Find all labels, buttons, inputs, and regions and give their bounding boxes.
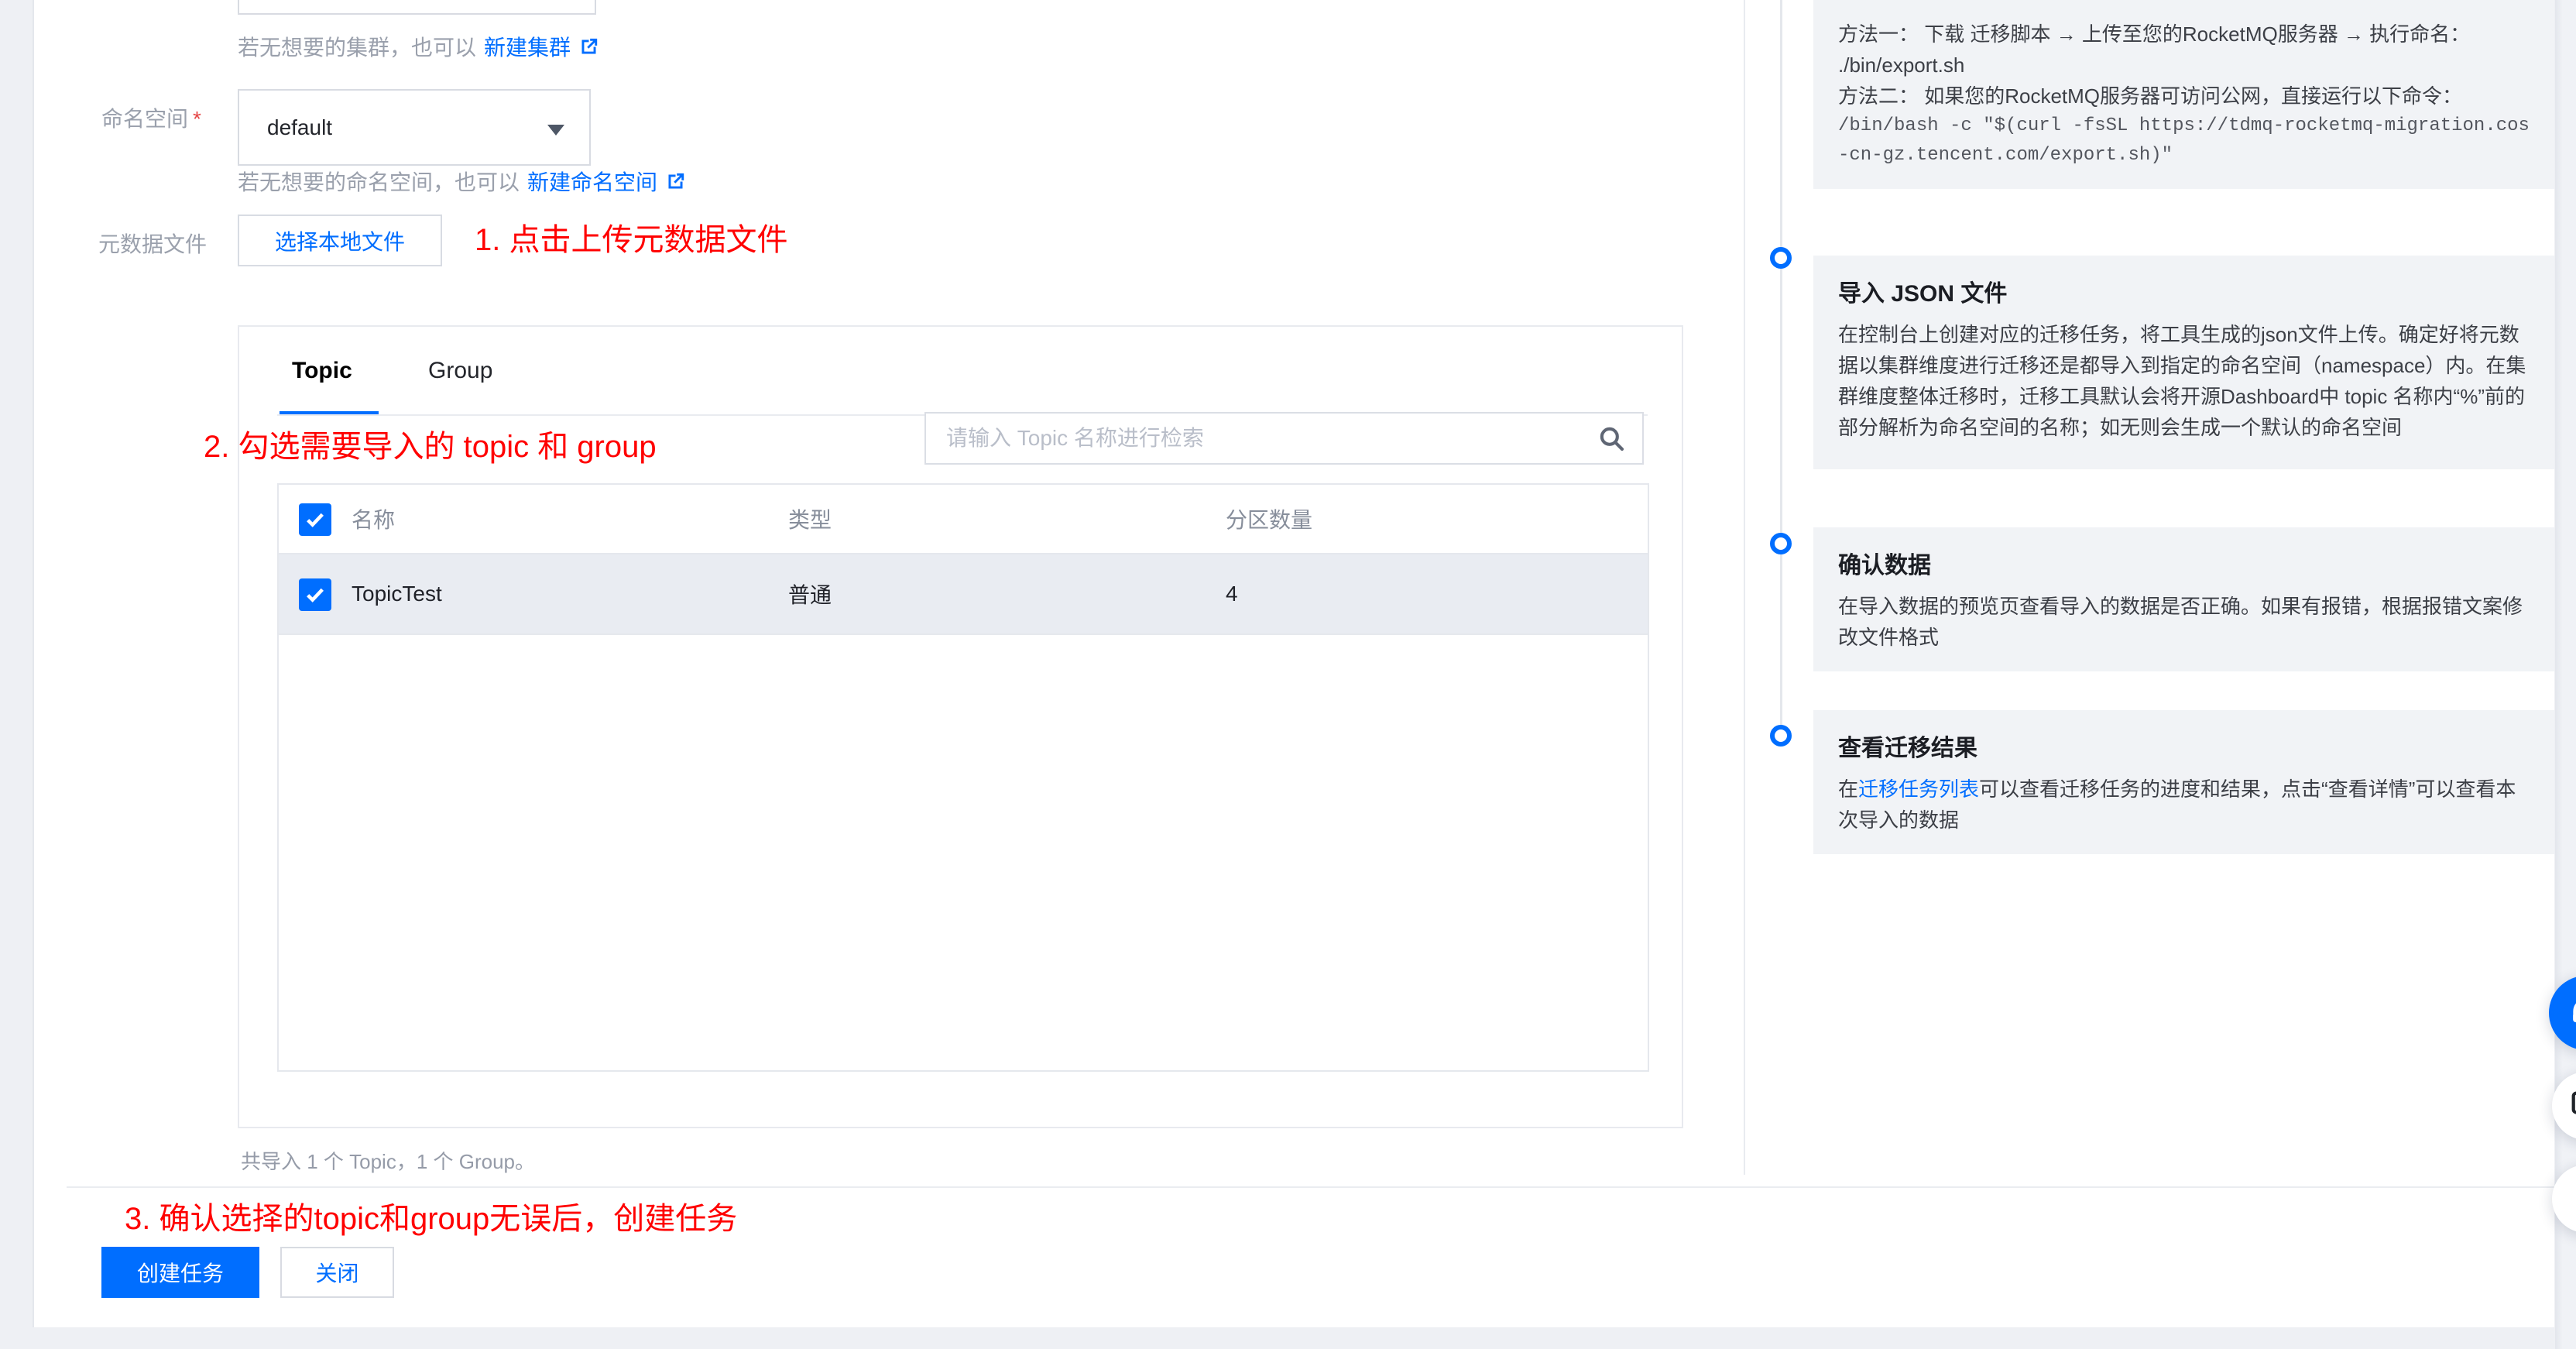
topic-table: 名称 类型 分区数量 TopicTest 普通 4: [277, 483, 1649, 1072]
chevron-down-icon: [547, 125, 564, 136]
row-partition-count: 4: [1226, 554, 1238, 633]
column-header-name: 名称: [352, 485, 395, 553]
row-topic-name: TopicTest: [352, 554, 442, 633]
guide-command-text: /bin/bash -c ″$(curl -fsSL https://tdmq-…: [1838, 112, 2531, 170]
column-header-partitions: 分区数量: [1226, 485, 1312, 553]
search-icon[interactable]: [1597, 424, 1627, 454]
external-link-icon: [665, 171, 686, 192]
guide-step-title: 查看迁移结果: [1838, 729, 2531, 763]
timeline-dot: [1770, 725, 1792, 747]
guide-step-confirm-data: 确认数据 在导入数据的预览页查看导入的数据是否正确。如果有报错，根据报错文案修改…: [1813, 527, 2554, 671]
guide-step-body: 在迁移任务列表可以查看迁移任务的进度和结果，点击“查看详情”可以查看本次导入的数…: [1838, 774, 2531, 836]
footer-divider: [67, 1186, 2554, 1188]
metadata-file-label: 元数据文件: [98, 228, 207, 259]
namespace-label: 命名空间*: [101, 102, 201, 133]
guide-step-body: 在控制台上创建对应的迁移任务，将工具生成的json文件上传。确定好将元数据以集群…: [1838, 319, 2531, 443]
namespace-select[interactable]: default: [238, 89, 591, 166]
guide-step-title: 确认数据: [1838, 546, 2531, 580]
import-summary-text: 共导入 1 个 Topic，1 个 Group。: [241, 1146, 535, 1175]
guide-method2-text: 方法二： 如果您的RocketMQ服务器可访问公网，直接运行以下命令：: [1838, 81, 2531, 112]
cluster-help-line: 若无想要的集群，也可以 新建集群: [238, 33, 599, 60]
timeline-dot: [1770, 533, 1792, 554]
namespace-help-line: 若无想要的命名空间，也可以 新建命名空间: [238, 167, 686, 195]
migration-create-task-page: 若无想要的集群，也可以 新建集群 命名空间* default 若无想要的命名空间…: [0, 0, 2576, 1349]
tab-group[interactable]: Group: [428, 358, 492, 384]
migration-task-list-link[interactable]: 迁移任务列表: [1858, 777, 1979, 801]
row-topic-type: 普通: [788, 554, 832, 633]
guide-step-import-json: 导入 JSON 文件 在控制台上创建对应的迁移任务，将工具生成的json文件上传…: [1813, 256, 2554, 469]
check-icon: [303, 582, 328, 607]
guide-step-view-result: 查看迁移结果 在迁移任务列表可以查看迁移任务的进度和结果，点击“查看详情”可以查…: [1813, 710, 2554, 854]
collapsed-side-strip[interactable]: [2555, 0, 2576, 1349]
guide-step-body-prefix: 在: [1838, 777, 1858, 801]
skip-forward-icon: [2568, 1179, 2576, 1219]
topic-search-box: [924, 412, 1644, 465]
headset-icon: [2568, 994, 2576, 1033]
external-link-icon: [578, 36, 599, 57]
annotation-step2: 2. 勾选需要导入的 topic 和 group: [204, 428, 657, 465]
namespace-selected-value: default: [267, 115, 332, 140]
main-content-card: 若无想要的集群，也可以 新建集群 命名空间* default 若无想要的命名空间…: [33, 0, 2554, 1327]
timeline-dot: [1770, 247, 1792, 269]
new-namespace-link[interactable]: 新建命名空间: [527, 166, 657, 197]
guide-step-title: 导入 JSON 文件: [1838, 274, 2531, 308]
guide-method1-text: 方法一： 下载 迁移脚本 → 上传至您的RocketMQ服务器 → 执行命名： …: [1838, 19, 2531, 81]
topic-search-input[interactable]: [946, 414, 1597, 463]
guide-step-body: 在导入数据的预览页查看导入的数据是否正确。如果有报错，根据报错文案修改文件格式: [1838, 591, 2531, 653]
choose-local-file-button[interactable]: 选择本地文件: [238, 215, 442, 266]
annotation-step3: 3. 确认选择的topic和group无误后，创建任务: [125, 1200, 737, 1237]
guide-timeline: [1780, 0, 1782, 736]
cluster-help-text: 若无想要的集群，也可以: [238, 31, 476, 62]
namespace-help-text: 若无想要的命名空间，也可以: [238, 166, 520, 197]
annotation-step1: 1. 点击上传元数据文件: [475, 221, 787, 259]
close-button[interactable]: 关闭: [280, 1247, 394, 1298]
table-row[interactable]: TopicTest 普通 4: [279, 554, 1648, 635]
create-task-button[interactable]: 创建任务: [101, 1247, 259, 1298]
guide-methods-box: 方法一： 下载 迁移脚本 → 上传至您的RocketMQ服务器 → 执行命名： …: [1813, 0, 2554, 189]
cluster-select-partial[interactable]: [238, 0, 596, 15]
check-icon: [303, 507, 328, 532]
tab-topic[interactable]: Topic: [292, 358, 352, 384]
table-header-row: 名称 类型 分区数量: [279, 485, 1648, 554]
content-divider: [1744, 0, 1745, 1175]
feedback-icon: [2568, 1086, 2576, 1126]
row-checkbox[interactable]: [299, 578, 331, 611]
column-header-type: 类型: [788, 485, 832, 553]
new-cluster-link[interactable]: 新建集群: [484, 31, 571, 62]
required-asterisk: *: [193, 107, 201, 131]
select-all-checkbox[interactable]: [299, 503, 331, 536]
